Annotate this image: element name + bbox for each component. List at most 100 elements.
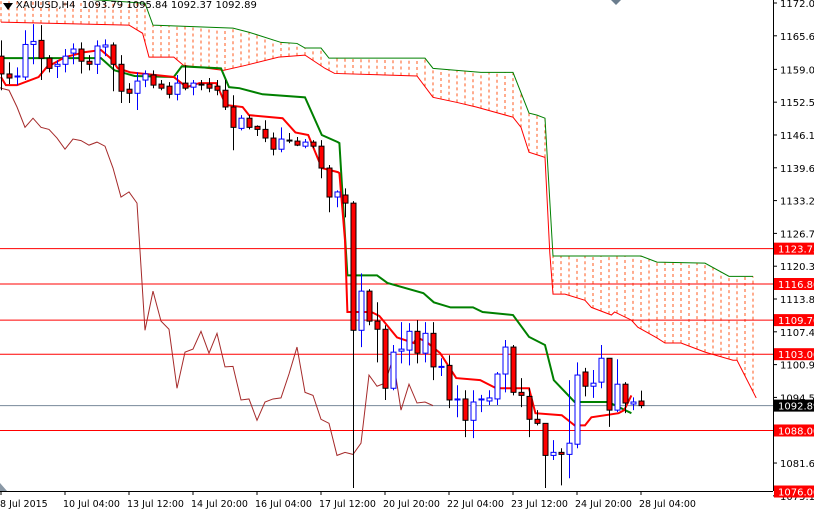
senkou-span-a-line bbox=[0, 21, 757, 399]
scale-corner-icon bbox=[0, 483, 7, 491]
candle[interactable] bbox=[590, 369, 597, 398]
candle[interactable] bbox=[486, 390, 493, 406]
candle[interactable] bbox=[614, 359, 621, 413]
candle[interactable] bbox=[502, 339, 509, 393]
candle-body bbox=[206, 83, 213, 89]
candle[interactable] bbox=[318, 140, 325, 179]
candle-body bbox=[478, 398, 485, 401]
candle[interactable] bbox=[478, 394, 485, 413]
chart-menu-triangle-icon[interactable] bbox=[3, 3, 13, 10]
candle-body bbox=[158, 83, 165, 89]
candle[interactable] bbox=[598, 345, 605, 389]
tenkan-sen-line bbox=[0, 48, 633, 427]
candle[interactable] bbox=[294, 137, 301, 147]
candle[interactable] bbox=[22, 30, 29, 81]
candle[interactable] bbox=[190, 80, 197, 96]
price-label-text: 1123.75 bbox=[778, 245, 814, 256]
price-label-text: 1088.00 bbox=[778, 426, 814, 437]
candle[interactable] bbox=[46, 55, 53, 73]
candle[interactable] bbox=[550, 440, 557, 460]
ohlc-close: 1092.89 bbox=[215, 0, 257, 11]
candle[interactable] bbox=[606, 357, 613, 427]
candle-body bbox=[518, 391, 525, 396]
candle-body bbox=[502, 346, 509, 375]
candle[interactable] bbox=[422, 322, 429, 363]
candle-body bbox=[374, 320, 381, 330]
candle[interactable] bbox=[382, 325, 389, 400]
candle[interactable] bbox=[326, 164, 333, 213]
candle[interactable] bbox=[334, 190, 341, 208]
candle-body bbox=[150, 74, 157, 86]
plot-area[interactable] bbox=[0, 0, 773, 492]
candle[interactable] bbox=[414, 320, 421, 364]
candle[interactable] bbox=[262, 120, 269, 143]
candle[interactable] bbox=[62, 49, 69, 73]
candle[interactable] bbox=[278, 127, 285, 153]
time-tick-label: 28 Jul 04:00 bbox=[639, 499, 696, 510]
candle[interactable] bbox=[126, 83, 133, 103]
candle-body bbox=[542, 422, 549, 456]
candle-body bbox=[630, 401, 637, 405]
candle-body bbox=[430, 332, 437, 368]
candle[interactable] bbox=[254, 125, 261, 136]
candle[interactable] bbox=[366, 289, 373, 326]
candle[interactable] bbox=[510, 345, 517, 396]
time-tick-label: 17 Jul 12:00 bbox=[319, 499, 376, 510]
candle[interactable] bbox=[302, 139, 309, 149]
candle-body bbox=[14, 75, 21, 78]
candle[interactable] bbox=[582, 367, 589, 397]
price-label-text: 1076.00 bbox=[778, 488, 814, 499]
candle[interactable] bbox=[270, 132, 277, 156]
candle[interactable] bbox=[438, 358, 445, 377]
candle-body bbox=[590, 382, 597, 387]
candle[interactable] bbox=[198, 80, 205, 91]
candle[interactable] bbox=[230, 95, 237, 151]
kijun-sen-line bbox=[1, 57, 632, 415]
candle[interactable] bbox=[454, 385, 461, 418]
candle[interactable] bbox=[390, 345, 397, 391]
candle[interactable] bbox=[118, 55, 125, 103]
candle[interactable] bbox=[350, 201, 357, 488]
candle[interactable] bbox=[406, 323, 413, 366]
candle-body bbox=[334, 191, 341, 198]
candle[interactable] bbox=[430, 322, 437, 381]
candle-body bbox=[286, 139, 293, 142]
candle[interactable] bbox=[494, 371, 501, 406]
candle[interactable] bbox=[542, 422, 549, 488]
price-tick-label: 1120.30 bbox=[780, 262, 814, 273]
candle[interactable] bbox=[574, 362, 581, 449]
candle-body bbox=[318, 145, 325, 169]
candle[interactable] bbox=[518, 378, 525, 408]
candle[interactable] bbox=[78, 42, 85, 74]
candle-body bbox=[422, 332, 429, 354]
candle-body bbox=[438, 365, 445, 368]
candle[interactable] bbox=[14, 67, 21, 86]
candle[interactable] bbox=[206, 78, 213, 93]
candle[interactable] bbox=[134, 72, 141, 111]
candle[interactable] bbox=[6, 62, 13, 85]
candle-body bbox=[54, 63, 61, 67]
candle[interactable] bbox=[238, 115, 245, 131]
price-chart[interactable]: 1172.05 1165.60 1159.00 1152.55 1146.10 1139.… bbox=[0, 0, 814, 516]
candle[interactable] bbox=[182, 65, 189, 91]
price-tick-label: 1133.20 bbox=[780, 197, 814, 208]
candle[interactable] bbox=[286, 132, 293, 144]
candle-body bbox=[278, 138, 285, 150]
candle[interactable] bbox=[158, 80, 165, 91]
candle[interactable] bbox=[374, 302, 381, 363]
candle[interactable] bbox=[398, 322, 405, 364]
candle[interactable] bbox=[638, 390, 645, 409]
price-tick-label: 1100.95 bbox=[780, 361, 814, 372]
candle-body bbox=[582, 371, 589, 387]
candle[interactable] bbox=[558, 448, 565, 486]
candle-body bbox=[342, 194, 349, 204]
candle-body bbox=[174, 82, 181, 95]
candle[interactable] bbox=[246, 115, 253, 130]
candle[interactable] bbox=[94, 40, 101, 74]
candle[interactable] bbox=[630, 397, 637, 411]
time-tick-label: 24 Jul 20:00 bbox=[575, 499, 632, 510]
chart-shift-marker-icon[interactable] bbox=[611, 0, 621, 5]
candle-body bbox=[558, 451, 565, 455]
candle[interactable] bbox=[166, 82, 173, 99]
candle[interactable] bbox=[150, 70, 157, 89]
